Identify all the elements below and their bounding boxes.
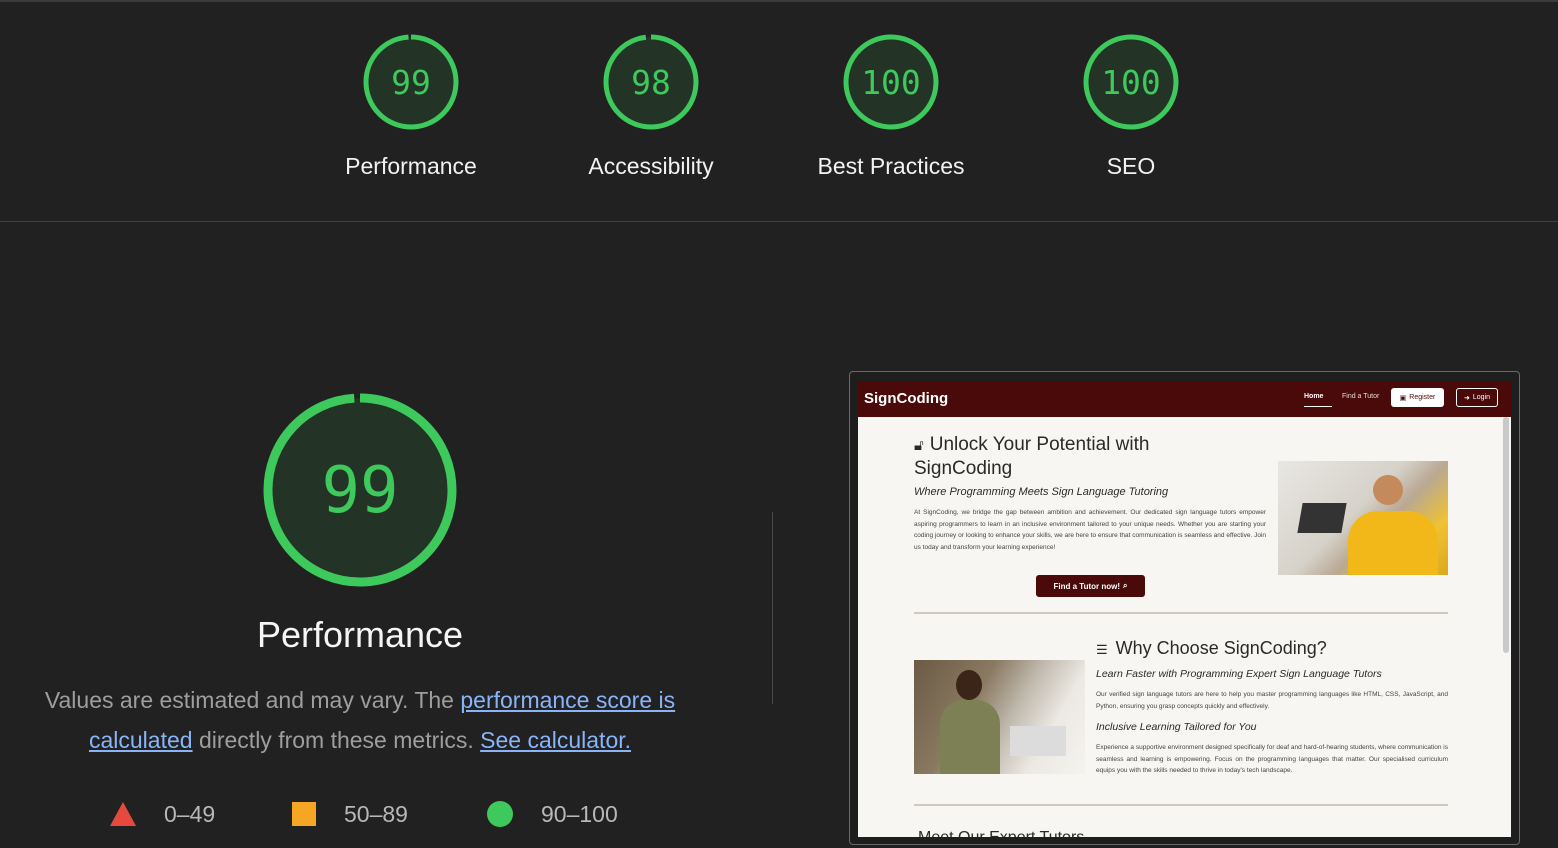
checklist-icon: ☰ — [1096, 642, 1108, 657]
performance-title: Performance — [256, 614, 464, 655]
site-nav-find-tutor: Find a Tutor — [1342, 393, 1380, 400]
circle-icon — [487, 801, 513, 827]
score-legend: 0–49 50–89 90–100 — [110, 796, 670, 832]
score-gauge-performance[interactable]: 99 Performance — [321, 33, 501, 180]
site-why-title: ☰ Why Choose SignCoding? — [1096, 638, 1327, 659]
person-head-shape — [1373, 475, 1403, 505]
site-why-image — [914, 660, 1085, 774]
site-brand: SignCoding — [864, 390, 949, 407]
site-why-title-text: Why Choose SignCoding? — [1115, 638, 1327, 658]
score-gauge-value: 98 — [631, 63, 671, 102]
square-icon — [292, 802, 316, 826]
score-gauge-ring: 100 — [843, 34, 939, 130]
performance-gauge-large: 99 — [260, 390, 460, 590]
triangle-icon — [110, 802, 136, 826]
score-gauge-label: Best Practices — [817, 153, 965, 179]
vertical-separator — [772, 512, 773, 704]
site-navbar: SignCoding Home Find a Tutor ▣ Register … — [858, 381, 1511, 417]
site-cta-label: Find a Tutor now! — [1053, 581, 1121, 591]
site-login-label: Login — [1472, 394, 1490, 401]
score-gauge-label: Performance — [345, 153, 477, 179]
legend-item-fail: 0–49 — [110, 796, 215, 832]
summary-divider — [0, 221, 1558, 222]
site-why-subtitle-2: Inclusive Learning Tailored for You — [1096, 721, 1257, 733]
site-hero-title: 🔓︎ Unlock Your Potential with SignCoding — [914, 433, 1214, 480]
score-gauge-best-practices[interactable]: 100 Best Practices — [801, 33, 981, 180]
site-divider — [914, 804, 1448, 806]
legend-item-pass: 90–100 — [487, 796, 618, 832]
site-why-body-1: Our verified sign language tutors are he… — [1096, 691, 1448, 710]
score-gauge-value: 100 — [861, 63, 921, 102]
legend-range-fail: 0–49 — [164, 800, 216, 827]
score-gauge-ring: 99 — [363, 34, 459, 130]
score-gauge-accessibility[interactable]: 98 Accessibility — [561, 33, 741, 180]
site-cta-button: Find a Tutor now! ⌕ — [1036, 575, 1145, 597]
site-login-button: ➜ Login — [1456, 388, 1498, 407]
score-gauge-label: Accessibility — [588, 153, 714, 179]
site-hero-image — [1278, 461, 1448, 575]
site-divider — [914, 612, 1448, 614]
site-hero-body: At SignCoding, we bridge the gap between… — [914, 509, 1266, 551]
performance-description: Values are estimated and may vary. The p… — [20, 680, 700, 760]
site-nav-home: Home — [1304, 393, 1324, 400]
legend-range-average: 50–89 — [344, 800, 408, 827]
site-register-label: Register — [1409, 394, 1436, 401]
score-gauge-value: 100 — [1101, 63, 1161, 102]
top-rule — [0, 0, 1558, 2]
person-body-shape — [1348, 511, 1438, 575]
id-card-icon: ▣ — [1399, 394, 1407, 402]
score-gauge-value: 99 — [391, 63, 431, 102]
score-gauge-ring: 98 — [603, 34, 699, 130]
site-hero-subtitle: Where Programming Meets Sign Language Tu… — [914, 486, 1169, 498]
site-why-subtitle-1: Learn Faster with Programming Expert Sig… — [1096, 668, 1382, 680]
score-gauge-seo[interactable]: 100 SEO — [1041, 33, 1221, 180]
desc-text-mid: directly from these metrics. — [192, 727, 481, 753]
laptop-shape — [1010, 726, 1066, 756]
site-why-body-2: Experience a supportive environment desi… — [1096, 744, 1448, 774]
desc-text-prefix: Values are estimated and may vary. The — [44, 687, 461, 713]
site-hero-title-text: Unlock Your Potential with SignCoding — [914, 434, 1150, 479]
site-next-heading: Meet Our Expert Tutors — [918, 829, 1084, 837]
final-screenshot[interactable]: SignCoding Home Find a Tutor ▣ Register … — [849, 371, 1520, 845]
search-icon: ⌕ — [1123, 581, 1128, 590]
legend-range-pass: 90–100 — [541, 800, 618, 827]
performance-score-value: 99 — [321, 454, 398, 528]
see-calculator-link[interactable]: See calculator. — [480, 727, 631, 753]
login-icon: ➜ — [1463, 394, 1470, 402]
site-nav-active-underline — [1304, 406, 1332, 407]
score-gauge-ring: 100 — [1083, 34, 1179, 130]
score-gauge-label: SEO — [1106, 153, 1156, 179]
person-head-shape — [956, 670, 982, 700]
screenshot-scrollbar — [1503, 417, 1509, 653]
unlock-icon: 🔓︎ — [914, 437, 924, 454]
person-body-shape — [940, 700, 1000, 774]
laptop-shape — [1297, 503, 1347, 533]
screenshot-page: SignCoding Home Find a Tutor ▣ Register … — [858, 381, 1511, 837]
site-register-button: ▣ Register — [1391, 388, 1444, 407]
legend-item-average: 50–89 — [292, 796, 408, 832]
